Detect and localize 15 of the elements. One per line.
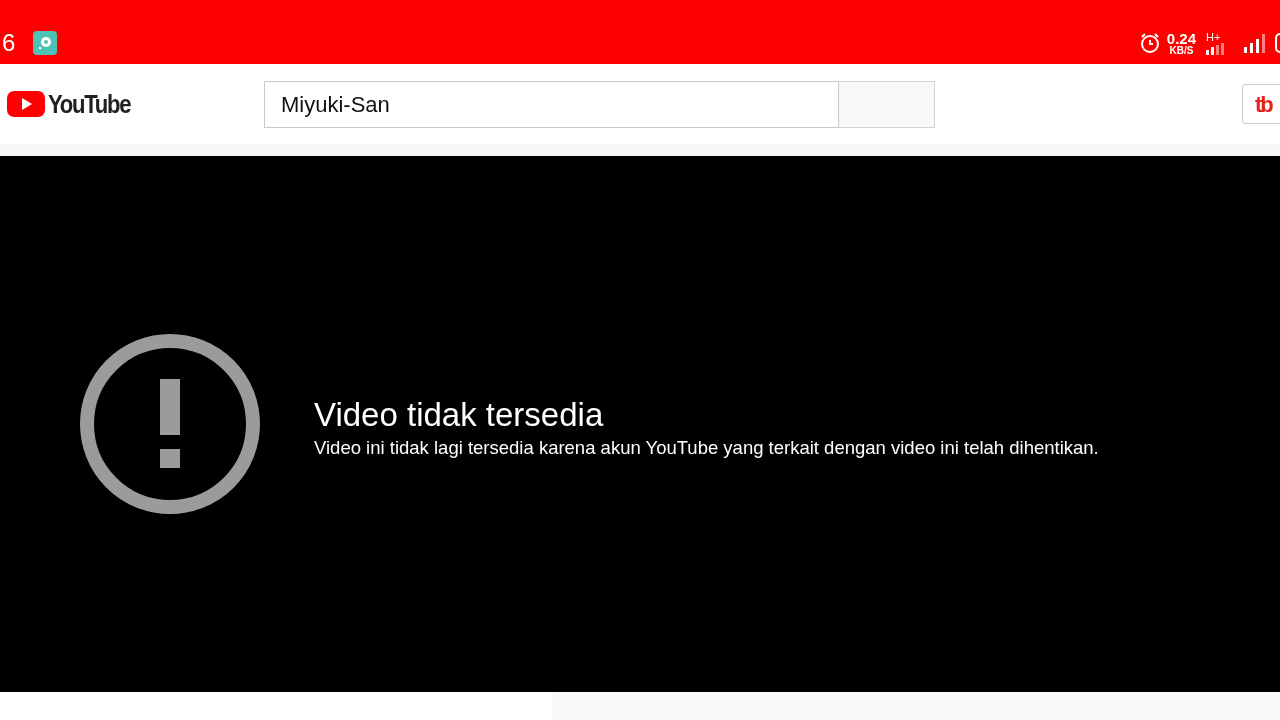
network-type: H+	[1206, 31, 1221, 43]
search-button[interactable]	[839, 80, 935, 128]
error-title: Video tidak tersedia	[314, 395, 605, 435]
signal-strength-icon	[1244, 33, 1268, 53]
search-field[interactable]: Miyuki-San	[264, 80, 839, 128]
clock-time: 6	[2, 31, 16, 55]
network-speed: 0.24	[1166, 30, 1196, 46]
warning-icon	[80, 334, 260, 514]
extension-button[interactable]: tb	[1242, 84, 1280, 124]
app-notification-icon	[33, 31, 58, 55]
alarm-clock-icon	[1138, 32, 1161, 54]
network-speed-unit: KB/S	[1169, 45, 1194, 56]
play-logo-icon	[7, 91, 45, 117]
error-message: Video ini tidak lagi tersedia karena akun YouTube yang terkait dengan video ini telah dihentikan.	[314, 436, 1099, 460]
logo-text: YouTube	[48, 91, 131, 117]
